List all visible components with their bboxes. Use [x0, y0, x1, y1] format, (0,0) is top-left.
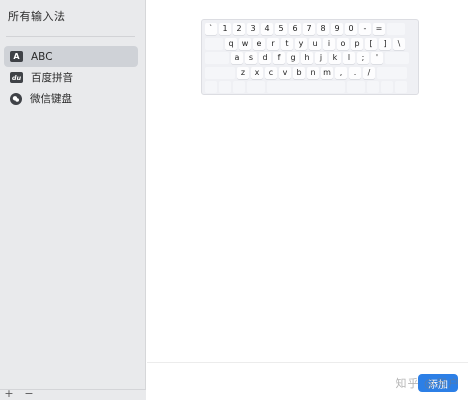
left-shift-key: [205, 66, 235, 79]
keyboard-row-3: a s d f g h j k l ; ': [205, 52, 415, 65]
key: 7: [303, 23, 315, 35]
keyboard-preview: ` 1 2 3 4 5 6 7 8 9 0 - = q w e r t y u …: [201, 19, 419, 95]
key: p: [351, 37, 363, 50]
wechat-keyboard-icon: [10, 92, 22, 105]
key: ;: [357, 52, 369, 65]
source-item-abc[interactable]: A ABC: [4, 46, 138, 67]
key: [: [365, 37, 377, 50]
key: l: [343, 52, 355, 65]
input-sources-window: 所有输入法 A ABC du 百度拼音 微信键盘 + − ` 1 2 3 4 5…: [0, 0, 468, 400]
source-item-label: 微信键盘: [30, 93, 72, 105]
add-source-button[interactable]: +: [2, 388, 16, 400]
key: x: [251, 66, 263, 79]
keyboard-row-4: z x c v b n m , . /: [205, 66, 415, 80]
arrow-key: [381, 81, 393, 94]
key: 1: [219, 23, 231, 35]
remove-source-button[interactable]: −: [22, 388, 36, 400]
caps-lock-key: [205, 52, 229, 65]
key: 3: [247, 23, 259, 35]
key: 4: [261, 23, 273, 35]
space-key: [267, 81, 345, 94]
key: ]: [379, 37, 391, 50]
tab-key: [205, 37, 223, 50]
key: t: [281, 37, 293, 50]
key: h: [301, 52, 313, 65]
key: i: [323, 37, 335, 50]
return-key: [385, 52, 409, 65]
arrow-key: [395, 81, 407, 94]
baidu-pinyin-icon: du: [10, 72, 23, 83]
source-item-label: ABC: [31, 50, 53, 63]
input-source-list: A ABC du 百度拼音 微信键盘: [4, 46, 138, 109]
key: 2: [233, 23, 245, 35]
sidebar-bottom-bar: + −: [0, 388, 146, 400]
key: 6: [289, 23, 301, 35]
abc-input-icon: A: [10, 51, 23, 62]
key: /: [363, 66, 375, 79]
keyboard-row-1: ` 1 2 3 4 5 6 7 8 9 0 - =: [205, 23, 415, 36]
keyboard-row-5: [205, 81, 415, 94]
key: v: [279, 66, 291, 79]
key: b: [293, 66, 305, 79]
key: m: [321, 66, 333, 79]
command-key: [247, 81, 265, 94]
option-key: [233, 81, 245, 94]
key: `: [205, 23, 217, 35]
key: o: [337, 37, 349, 50]
key: a: [231, 52, 243, 65]
key: w: [239, 37, 251, 50]
key: ': [371, 52, 383, 65]
delete-key: [387, 23, 405, 35]
key: 8: [317, 23, 329, 35]
add-button[interactable]: 添加: [418, 374, 458, 392]
key: r: [267, 37, 279, 50]
keyboard-row-2: q w e r t y u i o p [ ] \: [205, 37, 415, 51]
key: =: [373, 23, 385, 35]
key: f: [273, 52, 285, 65]
source-item-baidu-pinyin[interactable]: du 百度拼音: [4, 67, 138, 88]
key: ,: [335, 66, 347, 79]
key: 5: [275, 23, 287, 35]
key: n: [307, 66, 319, 79]
key: s: [245, 52, 257, 65]
key: -: [359, 23, 371, 35]
source-item-wechat-keyboard[interactable]: 微信键盘: [4, 88, 138, 109]
main-panel: ` 1 2 3 4 5 6 7 8 9 0 - = q w e r t y u …: [147, 0, 468, 400]
command-key-right: [347, 81, 365, 94]
key: k: [329, 52, 341, 65]
right-shift-key: [377, 66, 407, 79]
key: g: [287, 52, 299, 65]
key: 9: [331, 23, 343, 35]
key: y: [295, 37, 307, 50]
fn-key: [205, 81, 217, 94]
key: u: [309, 37, 321, 50]
key: 0: [345, 23, 357, 35]
key: z: [237, 66, 249, 79]
sidebar-title: 所有输入法: [8, 10, 66, 23]
key: c: [265, 66, 277, 79]
key: j: [315, 52, 327, 65]
source-item-label: 百度拼音: [31, 72, 73, 84]
key: .: [349, 66, 361, 79]
key: \: [393, 37, 405, 50]
option-key-right: [367, 81, 379, 94]
key: e: [253, 37, 265, 50]
main-footer: 添加 知乎 @用户: [147, 362, 468, 400]
key: d: [259, 52, 271, 65]
control-key: [219, 81, 231, 94]
input-source-sidebar: 所有输入法 A ABC du 百度拼音 微信键盘 + −: [0, 0, 146, 400]
sidebar-divider: [6, 36, 135, 37]
key: q: [225, 37, 237, 50]
